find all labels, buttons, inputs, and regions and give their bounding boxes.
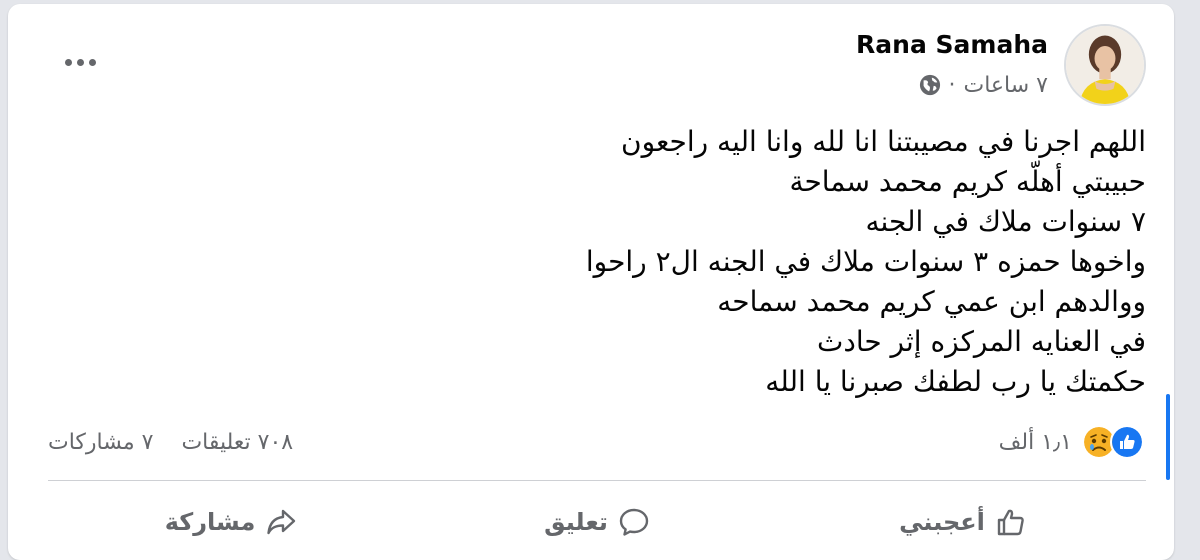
reaction-icons	[1082, 425, 1144, 459]
reactions-summary[interactable]: ١٫١ ألف	[999, 422, 1144, 462]
share-label: مشاركة	[164, 508, 256, 536]
reactions-count: ١٫١ ألف	[998, 429, 1072, 455]
more-dot	[64, 58, 72, 66]
post-meta: ٧ ساعات ·	[919, 70, 1049, 100]
comment-label: تعليق	[544, 508, 608, 536]
scroll-indicator	[1166, 394, 1170, 480]
like-label: أعجبني	[899, 508, 985, 536]
like-icon	[1110, 425, 1144, 459]
thumbs-up-icon	[997, 509, 1024, 536]
post-line: في العنايه المركزه إثر حادث	[816, 325, 1146, 358]
avatar-photo	[1066, 26, 1144, 104]
post-text: اللهم اجرنا في مصيبتنا انا لله وانا اليه…	[166, 122, 1146, 402]
avatar[interactable]	[1064, 24, 1146, 106]
comments-count[interactable]: ٧٠٨ تعليقات	[181, 430, 293, 455]
post-line: اللهم اجرنا في مصيبتنا انا لله وانا اليه…	[621, 125, 1146, 158]
more-dot	[88, 58, 96, 66]
post-time[interactable]: ٧ ساعات	[964, 73, 1049, 98]
post-line: حبيبتي أهلّه كريم محمد سماحة	[789, 165, 1146, 198]
engagement-stats: ٧٠٨ تعليقات ٧ مشاركات	[48, 424, 293, 460]
author-name[interactable]: Rana Samaha	[856, 30, 1048, 59]
post-line: حكمتك يا رب لطفك صبرنا يا الله	[765, 365, 1146, 398]
more-options-button[interactable]	[56, 44, 104, 80]
post-line: ووالدهم ابن عمي كريم محمد سماحه	[717, 285, 1146, 318]
comment-button[interactable]: تعليق	[414, 486, 780, 558]
post-card: Rana Samaha ٧ ساعات · اللهم اجرنا في مصي…	[8, 4, 1174, 560]
meta-separator: ·	[948, 72, 956, 98]
post-line: ٧ سنوات ملاك في الجنه	[865, 205, 1146, 238]
share-button[interactable]: مشاركة	[48, 486, 414, 558]
actions-divider	[48, 480, 1146, 481]
more-dot	[76, 58, 84, 66]
comment-icon	[619, 508, 649, 536]
like-button[interactable]: أعجبني	[780, 486, 1146, 558]
share-icon	[267, 509, 296, 535]
globe-icon[interactable]	[919, 74, 941, 96]
post-line: واخوها حمزه ٣ سنوات ملاك في الجنه ال٢ را…	[585, 245, 1146, 278]
shares-count[interactable]: ٧ مشاركات	[48, 430, 153, 455]
post-actions: أعجبني تعليق مشاركة	[48, 486, 1146, 558]
